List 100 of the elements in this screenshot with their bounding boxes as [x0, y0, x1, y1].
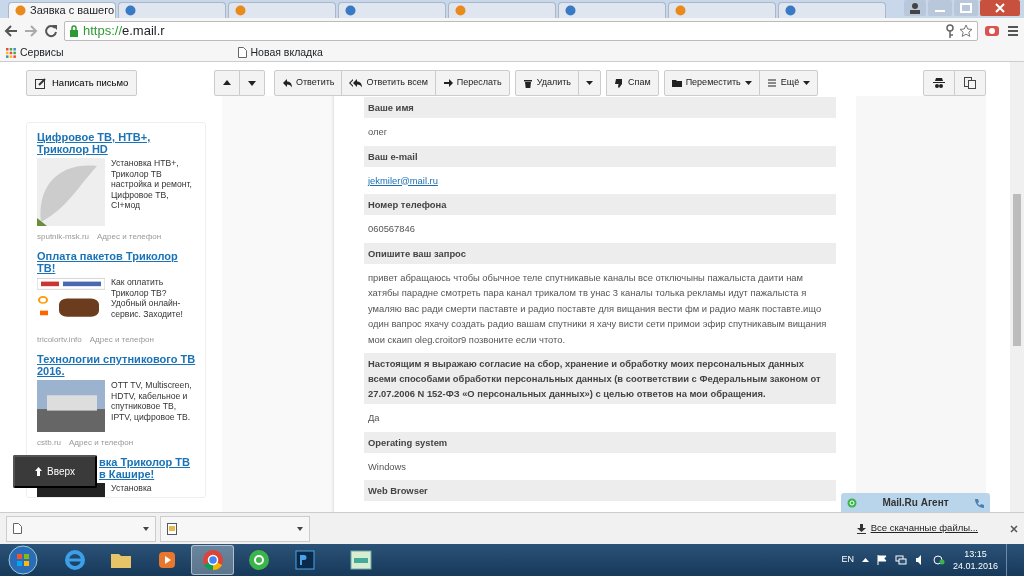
clock[interactable]: 13:15 24.01.2016 [952, 548, 998, 572]
compose-button[interactable]: Написать письмо [26, 70, 138, 96]
browser-icon [63, 549, 86, 571]
field-label: Operating system [364, 431, 836, 453]
ad-title-link[interactable]: вка Триколор ТВ в Кашире! [99, 456, 199, 480]
browser-tab[interactable]: Заявка с вашего [8, 2, 116, 18]
photo-placeholder [37, 380, 105, 432]
toolbar-button[interactable] [239, 70, 265, 96]
toolbar-button[interactable] [954, 70, 986, 96]
favicon-icon [565, 5, 576, 16]
toolbar-button[interactable]: Переместить [663, 70, 760, 96]
bookmark-item[interactable]: Новая вкладка [237, 44, 323, 61]
bookmark-item[interactable]: Сервисы [6, 44, 64, 61]
network-icon[interactable] [894, 555, 907, 565]
menu-icon[interactable] [1006, 24, 1020, 38]
browser-icon [201, 549, 224, 571]
agent-widget[interactable]: Mail.Ru Агент [841, 493, 990, 512]
favicon-icon [455, 5, 466, 16]
dropdown-button[interactable] [578, 70, 602, 96]
favicon-icon [785, 5, 796, 16]
caret-icon[interactable] [143, 526, 149, 531]
at-sign-icon [247, 549, 270, 571]
pencil-icon [35, 77, 46, 89]
ad-domain: cstb.ru [37, 437, 61, 449]
toolbar-button[interactable]: Удалить [514, 70, 580, 96]
language-indicator[interactable]: EN [841, 553, 854, 567]
photo-placeholder [37, 158, 105, 226]
reply-icon [282, 78, 292, 88]
favicon-icon [125, 5, 136, 16]
ad-description: Как оплатить Триколор ТВ? Удобный онлайн-сервис. Заходите! [111, 277, 184, 321]
browser-tab[interactable] [778, 2, 886, 18]
field-label: Ваш e-mail [364, 145, 836, 167]
url-text: https://e.mail.r [83, 22, 165, 41]
browser-tab[interactable] [558, 2, 666, 18]
toolbar-button[interactable] [923, 70, 955, 96]
field-label: Настоящим я выражаю согласие на сбор, хранение и обработку моих персональных данных всеми способами обработки персональных данных (в соответствии с Федеральным законом от 27.07.2006 N 152-ФЗ «О персональных данных») с целью ответов на мои обращения. [364, 353, 836, 404]
right-arrow-icon [442, 78, 453, 88]
apps-grid-icon [6, 47, 16, 58]
key-icon[interactable] [945, 24, 955, 38]
up-arrow-icon [222, 78, 232, 88]
phone-icon[interactable] [974, 497, 984, 508]
user-icon[interactable] [904, 0, 926, 16]
caret-icon[interactable] [297, 526, 303, 531]
ad-title-link[interactable]: Цифровое ТВ, НТВ+, Триколор HD [37, 131, 199, 155]
browser-tab[interactable] [118, 2, 226, 18]
ad-title-link[interactable]: Оплата пакетов Триколор ТВ! [37, 250, 199, 274]
incognito-icon [933, 77, 945, 89]
ad-description: Установка [111, 483, 152, 495]
toolbar-button[interactable]: Спам [606, 70, 659, 96]
trash-icon [522, 78, 533, 88]
reload-icon[interactable] [44, 24, 58, 38]
favicon-icon [15, 5, 26, 16]
ad-description: Установка НТВ+, Триколор ТВ настройка и ремонт, Цифровое ТВ, CI+мод [111, 158, 193, 212]
close-icon[interactable] [1010, 524, 1018, 533]
extension-icon[interactable] [984, 24, 1000, 38]
folder-icon [671, 78, 682, 88]
caret-up-icon[interactable] [861, 558, 869, 562]
start-button-icon[interactable] [8, 545, 38, 575]
field-value: Да [367, 411, 381, 425]
field-label: Web Browser [364, 480, 836, 501]
ad-domain: sputnik-msk.ru [37, 231, 89, 243]
down-arrow-icon [247, 78, 257, 88]
close-icon[interactable] [980, 0, 1020, 16]
field-value: 060567846 [367, 222, 416, 236]
field-label: Номер телефона [364, 194, 836, 215]
sync-icon[interactable] [932, 555, 945, 565]
favicon-icon [675, 5, 686, 16]
toolbar-button[interactable] [214, 70, 240, 96]
all-downloads-link[interactable]: Все скачанные файлы... [856, 521, 978, 536]
network-app-icon [349, 549, 372, 571]
field-value: Windows [367, 459, 408, 474]
field-value: олег [367, 125, 389, 139]
browser-tab[interactable] [338, 2, 446, 18]
toolbar-button[interactable]: Ответить всем [341, 70, 436, 96]
favicon-icon [235, 5, 246, 16]
at-sign-icon [847, 497, 857, 508]
lock-icon [69, 25, 79, 37]
toolbar-button[interactable]: Переслать [434, 70, 510, 96]
flag-icon[interactable] [876, 555, 887, 565]
address-field[interactable]: https://e.mail.r [64, 21, 978, 41]
page-icon [237, 47, 247, 58]
field-value: привет абращаюсь чтобы обычное теле спутникавые каналы все отключыны пажалыста даити нам хатябы парадне смотреть пара канал трикалом тв унас 3 каналы толька рекламы идут пажалыста я умаляю вас ради смерти паставте и радио поставте для вищания вести фм и радио маяк поставте.ищо один вапрос яхачу создать радио вашам спутники я хачу висти сети примои эфир спутникавым вищания мои скаип oleg.croitor9 позвоните если чтото. [367, 270, 828, 347]
pages-icon [964, 77, 976, 89]
toolbar-button[interactable]: Ещё [758, 70, 819, 96]
ps-app-icon [293, 549, 316, 571]
arrow-up-icon [35, 467, 43, 476]
email-link[interactable]: jekmiler@mail.ru [368, 174, 438, 186]
star-icon[interactable] [959, 24, 973, 38]
thumbs-down-icon [614, 78, 625, 88]
download-icon [856, 523, 866, 534]
back-to-top-button[interactable]: Вверх [13, 455, 97, 488]
field-label: Опишите ваш запрос [364, 242, 836, 264]
ad-title-link[interactable]: Технологии спутникового ТВ 2016. [37, 353, 199, 377]
reply-all-icon [349, 78, 363, 88]
toolbar-button[interactable]: Ответить [274, 70, 343, 96]
scrollbar[interactable] [1010, 62, 1024, 512]
file-icon [13, 523, 22, 534]
back-icon[interactable] [4, 24, 18, 38]
field-label: Ваше имя [364, 97, 836, 118]
favicon-icon [345, 5, 356, 16]
